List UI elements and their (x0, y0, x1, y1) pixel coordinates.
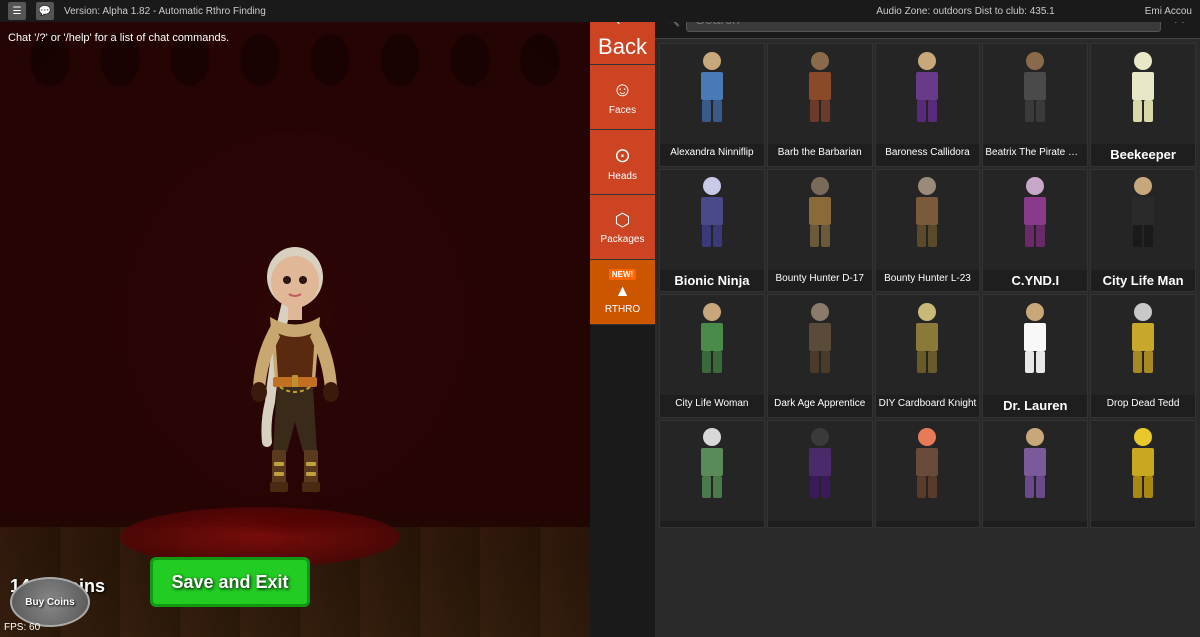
sidebar-nav: ← Back ☺ Faces ⊙ Heads ⬡ Packages NEW! ▲… (590, 0, 655, 637)
item-label-beatrix: Beatrix The Pirate Queen (983, 144, 1087, 161)
faces-label: Faces (609, 105, 636, 116)
item-image-bounty23 (876, 170, 980, 270)
items-grid: Alexandra NinniflipBarb the BarbarianBar… (659, 43, 1196, 528)
faces-icon: ☺ (612, 79, 632, 102)
item-label-alexandra: Alexandra Ninniflip (660, 144, 764, 161)
item-image-row4d (983, 421, 1087, 521)
item-label-bounty17: Bounty Hunter D-17 (768, 270, 872, 287)
version-text: Version: Alpha 1.82 - Automatic Rthro Fi… (64, 6, 266, 17)
grid-item-beekeeper[interactable]: Beekeeper (1090, 43, 1196, 167)
item-image-row4e (1091, 421, 1195, 521)
rthro-icon: ▲ (615, 283, 631, 301)
packages-label: Packages (601, 234, 645, 245)
grid-item-row4b[interactable] (767, 420, 873, 528)
item-label-row4d (983, 521, 1087, 527)
item-image-citywoman (660, 295, 764, 395)
right-panel: ← Back ☺ Faces ⊙ Heads ⬡ Packages NEW! ▲… (590, 0, 1200, 637)
grid-item-diy[interactable]: DIY Cardboard Knight (875, 294, 981, 418)
grid-item-cyndi[interactable]: C.YND.I (982, 169, 1088, 293)
grid-item-citylife[interactable]: City Life Man (1090, 169, 1196, 293)
character-shadow (225, 507, 365, 537)
item-image-dropdead (1091, 295, 1195, 395)
chat-icon[interactable]: 💬 (36, 2, 54, 20)
item-label-beekeeper: Beekeeper (1091, 144, 1195, 166)
item-image-beatrix (983, 44, 1087, 144)
save-exit-button[interactable]: Save and Exit (150, 557, 310, 607)
grid-item-bounty17[interactable]: Bounty Hunter D-17 (767, 169, 873, 293)
item-label-row4c (876, 521, 980, 527)
item-image-drlauren (983, 295, 1087, 395)
grid-item-dropdead[interactable]: Drop Dead Tedd (1090, 294, 1196, 418)
item-image-row4b (768, 421, 872, 521)
item-image-darkage (768, 295, 872, 395)
item-image-cyndi (983, 170, 1087, 270)
grid-item-darkage[interactable]: Dark Age Apprentice (767, 294, 873, 418)
packages-icon: ⬡ (615, 210, 631, 231)
back-label: Back (598, 34, 647, 60)
item-label-dropdead: Drop Dead Tedd (1091, 395, 1195, 412)
item-label-darkage: Dark Age Apprentice (768, 395, 872, 412)
items-grid-area: Alexandra NinniflipBarb the BarbarianBar… (655, 39, 1200, 637)
content-area: 🔍 ✕ Alexandra NinniflipBarb the Barbaria… (655, 0, 1200, 637)
item-label-row4e (1091, 521, 1195, 527)
item-image-diy (876, 295, 980, 395)
packages-nav-button[interactable]: ⬡ Packages (590, 195, 655, 260)
buy-coins-button[interactable]: Buy Coins (10, 577, 90, 627)
item-label-bounty23: Bounty Hunter L-23 (876, 270, 980, 287)
item-label-citywoman: City Life Woman (660, 395, 764, 412)
grid-item-bounty23[interactable]: Bounty Hunter L-23 (875, 169, 981, 293)
top-bar: ☰ 💬 Version: Alpha 1.82 - Automatic Rthr… (0, 0, 1200, 22)
item-image-bounty17 (768, 170, 872, 270)
item-label-citylife: City Life Man (1091, 270, 1195, 292)
grid-item-drlauren[interactable]: Dr. Lauren (982, 294, 1088, 418)
grid-item-row4d[interactable] (982, 420, 1088, 528)
faces-nav-button[interactable]: ☺ Faces (590, 65, 655, 130)
grid-item-barb[interactable]: Barb the Barbarian (767, 43, 873, 167)
item-label-diy: DIY Cardboard Knight (876, 395, 980, 412)
item-image-row4a (660, 421, 764, 521)
grid-item-row4a[interactable] (659, 420, 765, 528)
rthro-nav-button[interactable]: NEW! ▲ RTHRO (590, 260, 655, 325)
chat-area: Chat '/?' or '/help' for a list of chat … (0, 24, 520, 50)
grid-item-alexandra[interactable]: Alexandra Ninniflip (659, 43, 765, 167)
character-preview (215, 222, 375, 542)
item-label-bionic: Bionic Ninja (660, 270, 764, 292)
grid-item-bionic[interactable]: Bionic Ninja (659, 169, 765, 293)
item-image-barb (768, 44, 872, 144)
fps-counter: FPS: 60 (4, 622, 40, 633)
grid-item-row4e[interactable] (1090, 420, 1196, 528)
grid-item-baroness[interactable]: Baroness Callidora (875, 43, 981, 167)
grid-item-citywoman[interactable]: City Life Woman (659, 294, 765, 418)
menu-icon[interactable]: ☰ (8, 2, 26, 20)
grid-item-beatrix[interactable]: Beatrix The Pirate Queen (982, 43, 1088, 167)
rthro-label: RTHRO (605, 304, 640, 315)
item-image-baroness (876, 44, 980, 144)
heads-label: Heads (608, 171, 637, 182)
account-text: Emi Accou (1145, 6, 1192, 17)
item-label-drlauren: Dr. Lauren (983, 395, 1087, 417)
item-label-baroness: Baroness Callidora (876, 144, 980, 161)
buy-coins-label: Buy Coins (25, 597, 74, 608)
item-image-row4c (876, 421, 980, 521)
new-badge: NEW! (609, 269, 636, 280)
item-image-beekeeper (1091, 44, 1195, 144)
item-image-alexandra (660, 44, 764, 144)
item-image-bionic (660, 170, 764, 270)
item-image-citylife (1091, 170, 1195, 270)
grid-item-row4c[interactable] (875, 420, 981, 528)
item-label-barb: Barb the Barbarian (768, 144, 872, 161)
heads-nav-button[interactable]: ⊙ Heads (590, 130, 655, 195)
heads-icon: ⊙ (614, 143, 631, 168)
game-world: Chat '/?' or '/help' for a list of chat … (0, 0, 590, 637)
save-exit-label: Save and Exit (171, 572, 288, 593)
chat-hint: Chat '/?' or '/help' for a list of chat … (8, 32, 229, 44)
item-label-cyndi: C.YND.I (983, 270, 1087, 292)
audio-zone-text: Audio Zone: outdoors Dist to club: 435.1 (876, 6, 1054, 17)
item-label-row4b (768, 521, 872, 527)
item-label-row4a (660, 521, 764, 527)
